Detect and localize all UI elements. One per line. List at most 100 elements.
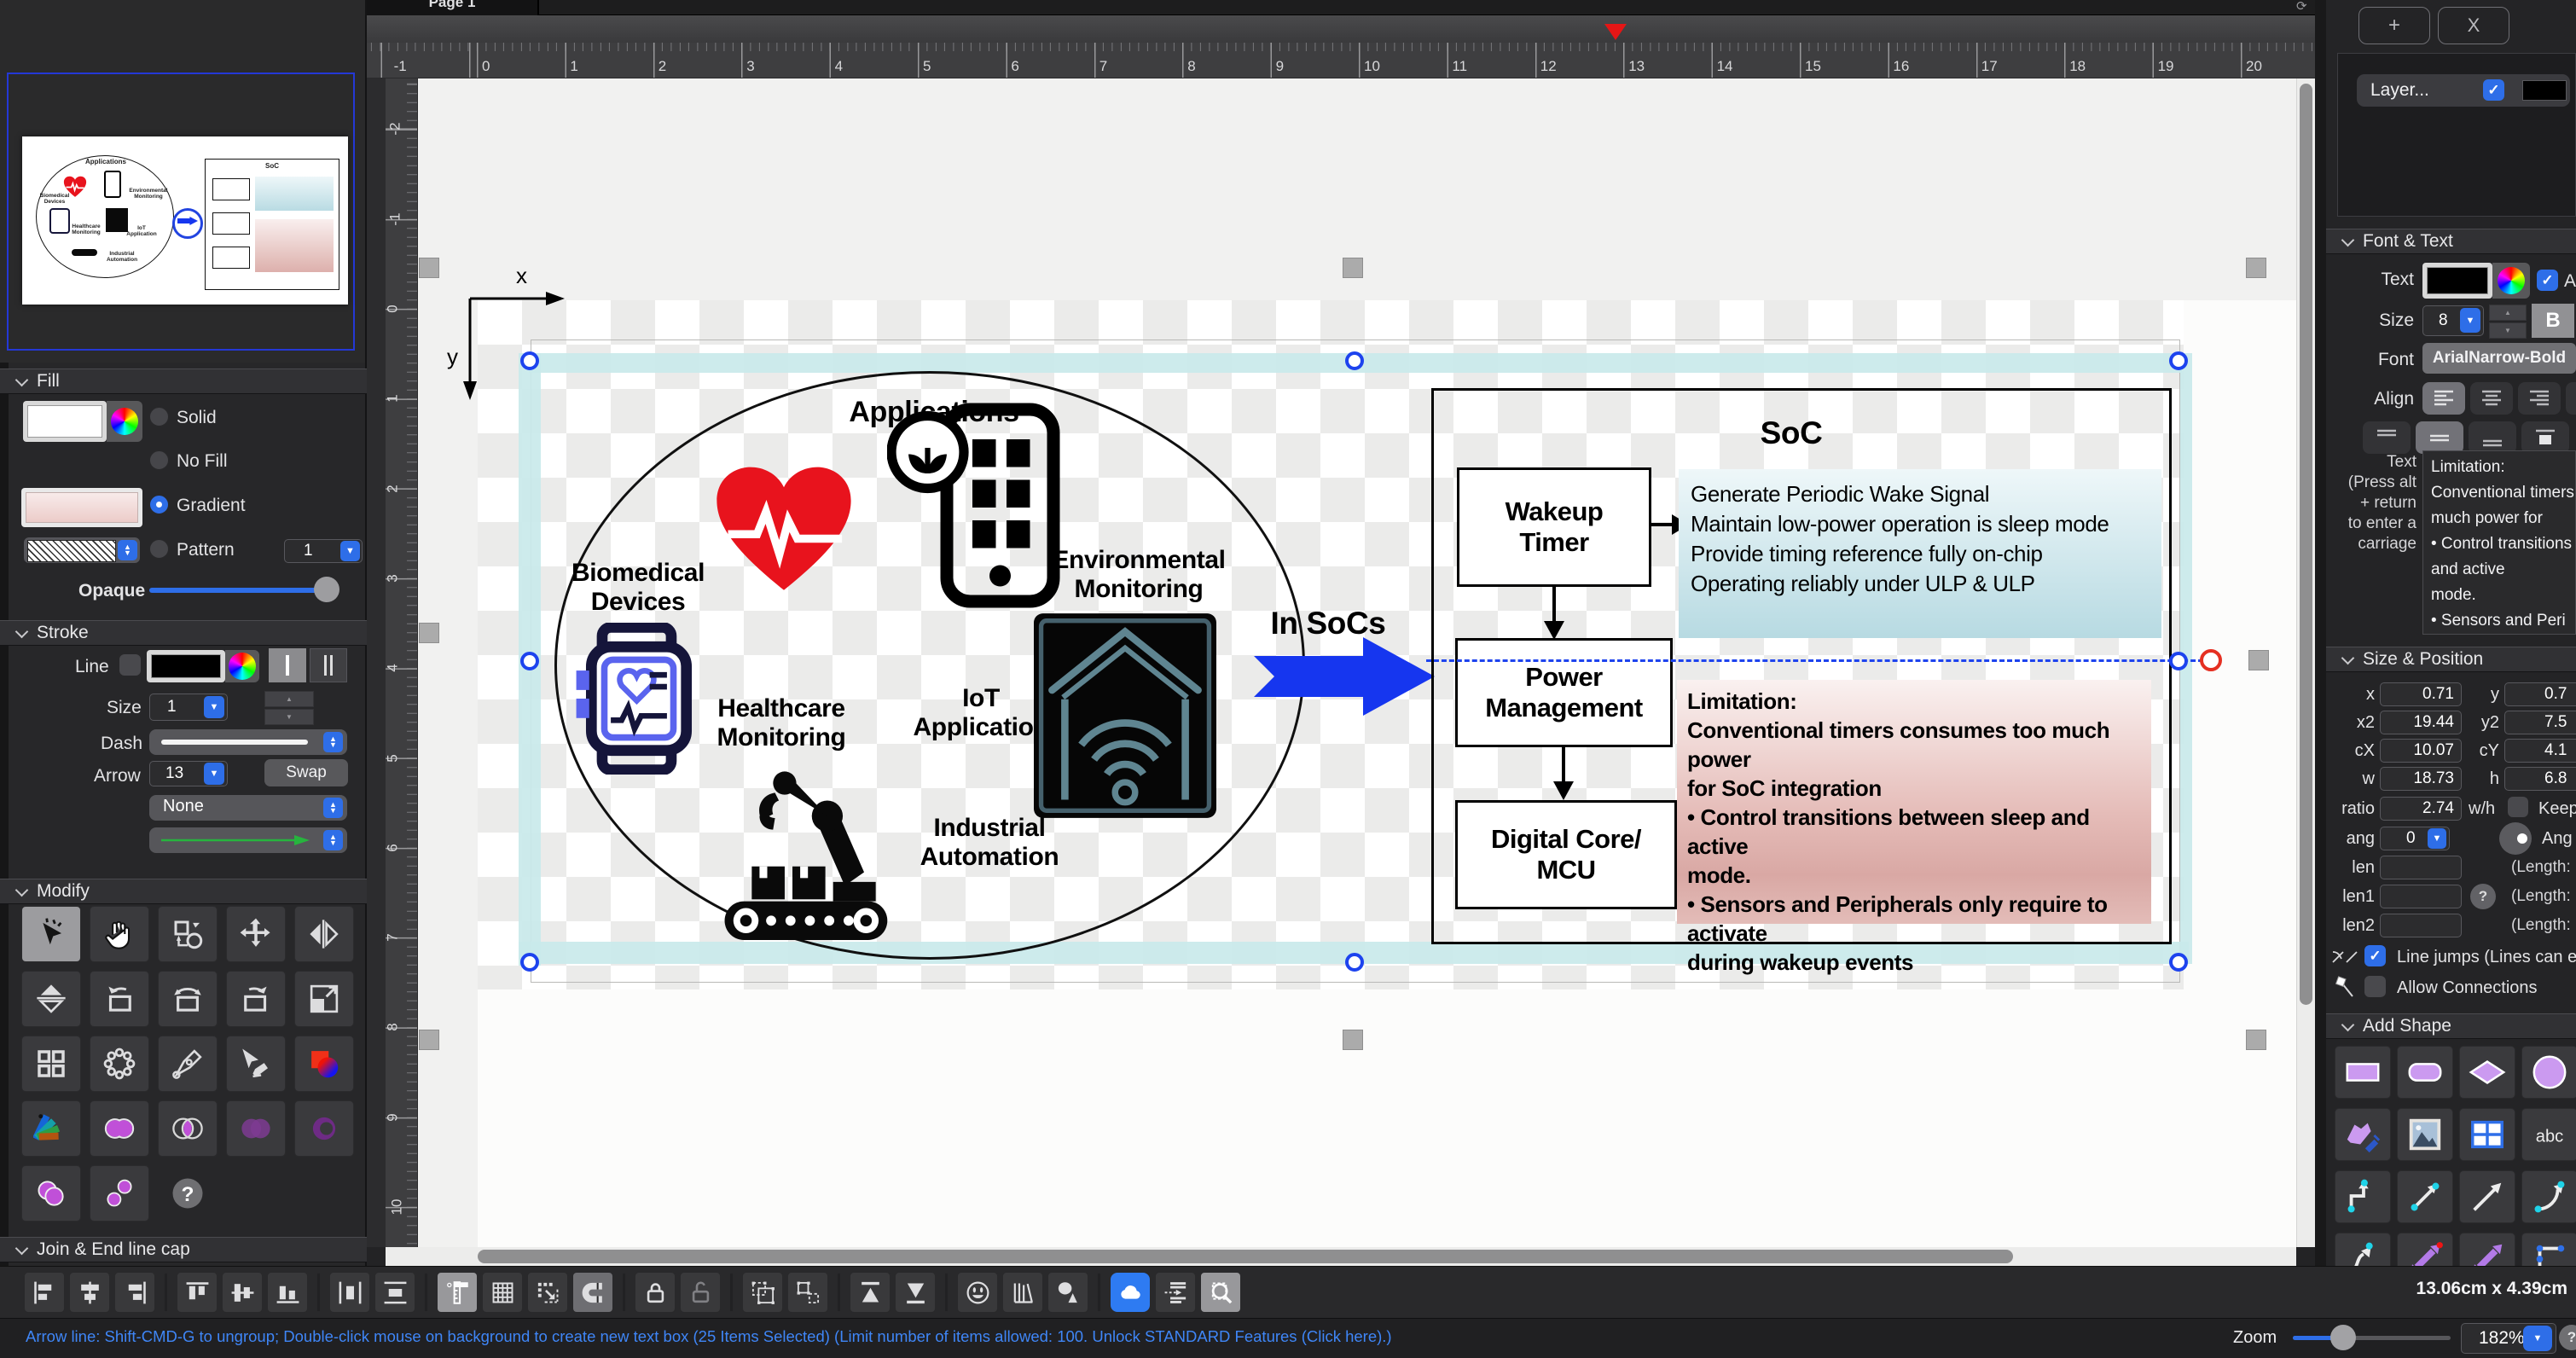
- pattern-count-dropdown[interactable]: ▼: [340, 541, 360, 561]
- text-entry-area[interactable]: Limitation: Conventional timers much pow…: [2422, 450, 2576, 635]
- layer-row[interactable]: Layer...: [2357, 74, 2570, 107]
- select-tool-button[interactable]: [21, 906, 81, 962]
- align-right-button[interactable]: [2518, 382, 2561, 415]
- sync-icon[interactable]: ⟳: [2296, 0, 2307, 14]
- zoom-slider[interactable]: [2293, 1336, 2451, 1340]
- selection-handle[interactable]: [1345, 953, 1364, 972]
- layer-color-swatch[interactable]: [2522, 80, 2567, 101]
- align-justify-button[interactable]: [2566, 382, 2576, 415]
- rotate-cw-tool-button[interactable]: [226, 971, 286, 1027]
- stroke-line-checkbox[interactable]: [119, 654, 141, 676]
- pattern-well[interactable]: ▲▼: [24, 537, 140, 563]
- allow-connections-checkbox[interactable]: [2364, 976, 2386, 997]
- font-name-button[interactable]: ArialNarrow-Bold: [2422, 343, 2576, 374]
- color-fill-tool-button[interactable]: [294, 1036, 354, 1092]
- edit-path-tool-button[interactable]: [158, 1036, 218, 1092]
- y2-field[interactable]: 7.5: [2504, 711, 2576, 734]
- len2-field[interactable]: [2380, 914, 2462, 937]
- add-rectangle-button[interactable]: [2335, 1046, 2391, 1099]
- align-left-button[interactable]: [24, 1272, 65, 1313]
- align-center-vertical-button[interactable]: [69, 1272, 110, 1313]
- size-position-header[interactable]: Size & Position: [2326, 647, 2576, 672]
- add-diamond-button[interactable]: [2459, 1046, 2515, 1099]
- stroke-size-dropdown[interactable]: ▼: [204, 696, 224, 718]
- vertical-scrollbar[interactable]: [2296, 78, 2315, 1247]
- flip-vertical-tool-button[interactable]: [21, 971, 81, 1027]
- join-section-header[interactable]: Join & End line cap: [0, 1237, 367, 1262]
- valign-middle-button[interactable]: [2416, 421, 2463, 454]
- align-bottom-button[interactable]: [267, 1272, 308, 1313]
- group-handle[interactable]: [1343, 258, 1363, 278]
- cx-field[interactable]: 10.07: [2380, 739, 2462, 763]
- selection-handle[interactable]: [2169, 953, 2188, 972]
- snap-grid-button[interactable]: [527, 1272, 568, 1313]
- gradient-well[interactable]: [21, 488, 142, 527]
- fill-section-header[interactable]: Fill: [0, 369, 367, 394]
- shapes-button[interactable]: [1047, 1272, 1088, 1313]
- distribute-horizontal-button[interactable]: [329, 1272, 370, 1313]
- line-jumps-checkbox[interactable]: [2364, 945, 2386, 966]
- grid-button[interactable]: [482, 1272, 523, 1313]
- add-line-arrow-handles-button[interactable]: [2397, 1170, 2453, 1223]
- ruler-button[interactable]: [437, 1272, 478, 1313]
- add-image-button[interactable]: [2397, 1108, 2453, 1161]
- selection-handle[interactable]: [520, 953, 539, 972]
- smiley-button[interactable]: [957, 1272, 998, 1313]
- selection-handle[interactable]: [520, 351, 539, 370]
- send-back-button[interactable]: [895, 1272, 936, 1313]
- canvas-viewport[interactable]: x y Applications Biomedical Devices: [418, 78, 2296, 1247]
- font-size-dropdown[interactable]: ▼: [2460, 308, 2480, 333]
- zoom-dropdown[interactable]: ▼: [2523, 1326, 2552, 1351]
- power-management-box[interactable]: Power Management: [1455, 638, 1673, 747]
- pattern-stepper[interactable]: ▲▼: [118, 540, 137, 560]
- unlock-button[interactable]: [680, 1272, 721, 1313]
- resize-tool-button[interactable]: [294, 971, 354, 1027]
- fill-pattern-radio[interactable]: [149, 539, 169, 559]
- align-center-button[interactable]: [2470, 382, 2513, 415]
- boolean-intersect-tool-button[interactable]: [158, 1100, 218, 1157]
- status-message[interactable]: Arrow line: Shift-CMD-G to ungroup; Doub…: [26, 1327, 1392, 1346]
- flip-horizontal-tool-button[interactable]: [294, 906, 354, 962]
- rotate-objects-tool-button[interactable]: [158, 906, 218, 962]
- valign-fill-button[interactable]: [2521, 421, 2569, 454]
- stroke-arrow-dropdown[interactable]: ▼: [204, 763, 224, 785]
- double-line-button[interactable]: [310, 648, 347, 682]
- text-auto-checkbox[interactable]: [2537, 270, 2558, 291]
- align-right-button[interactable]: [114, 1272, 155, 1313]
- selection-handle[interactable]: [1345, 351, 1364, 370]
- fill-color-wheel-icon[interactable]: [107, 401, 142, 442]
- split-circles-tool-button[interactable]: [90, 1165, 149, 1222]
- add-shape-header[interactable]: Add Shape: [2326, 1013, 2576, 1039]
- modify-section-header[interactable]: Modify: [0, 879, 367, 904]
- align-middle-button[interactable]: [222, 1272, 263, 1313]
- distribute-ring-tool-button[interactable]: [90, 1036, 149, 1092]
- group-handle[interactable]: [2246, 1030, 2266, 1050]
- h-field[interactable]: 6.8: [2504, 767, 2576, 791]
- delete-layer-button[interactable]: X: [2438, 7, 2509, 44]
- add-line-arrow-button[interactable]: [2459, 1170, 2515, 1223]
- angle-toggle[interactable]: [2499, 822, 2532, 855]
- w-field[interactable]: 18.73: [2380, 767, 2462, 791]
- selection-handle[interactable]: [2169, 351, 2188, 370]
- add-table-button[interactable]: [2459, 1108, 2515, 1161]
- selection-handle[interactable]: [2169, 652, 2188, 670]
- vertical-scrollbar-thumb[interactable]: [2300, 84, 2312, 1005]
- boolean-subtract-tool-button[interactable]: [294, 1100, 354, 1157]
- boolean-union-tool-button[interactable]: [90, 1100, 149, 1157]
- style-brush-tool-button[interactable]: [226, 1036, 286, 1092]
- arrow-end-stepper[interactable]: ▲▼: [323, 830, 343, 850]
- text-color-wheel-icon[interactable]: [2492, 263, 2530, 299]
- cy-field[interactable]: 4.1: [2504, 739, 2576, 763]
- stroke-dash-stepper[interactable]: ▲▼: [323, 732, 343, 752]
- zoom-selection-button[interactable]: [1200, 1272, 1241, 1313]
- arrow-end-control[interactable]: ▲▼: [149, 827, 347, 853]
- group-button[interactable]: [742, 1272, 783, 1313]
- align-grid-tool-button[interactable]: [21, 1036, 81, 1092]
- digital-core-box[interactable]: Digital Core/ MCU: [1455, 800, 1677, 909]
- arrow-start-stepper[interactable]: ▲▼: [323, 798, 343, 818]
- group-handle[interactable]: [2248, 650, 2269, 670]
- stroke-dash-control[interactable]: ▲▼: [149, 729, 347, 755]
- font-size-stepper[interactable]: ▲▼: [2489, 305, 2527, 339]
- rotate-180-tool-button[interactable]: [158, 971, 218, 1027]
- align-top-button[interactable]: [177, 1272, 218, 1313]
